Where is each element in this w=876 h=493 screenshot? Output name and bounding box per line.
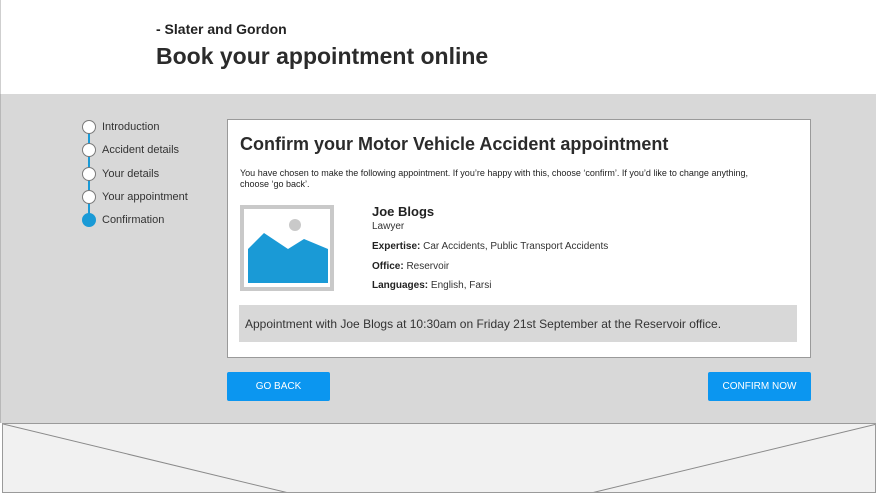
step-accident-details[interactable]: Accident details [81, 142, 179, 158]
step-label: Your details [102, 168, 160, 180]
go-back-button[interactable]: GO BACK [227, 372, 330, 401]
image-placeholder-icon [244, 209, 330, 287]
confirm-now-button[interactable]: CONFIRM NOW [708, 372, 811, 401]
step-dot-active-icon [82, 213, 96, 227]
card-title: Confirm your Motor Vehicle Accident appo… [240, 134, 669, 154]
languages-value: English, Farsi [430, 280, 492, 291]
page-title: Book your appointment online [156, 43, 489, 69]
step-dot-icon [82, 167, 96, 181]
image-placeholder-icon [3, 424, 875, 492]
expertise-value: Car Accidents, Public Transport Accident… [423, 241, 609, 252]
expertise-label: Expertise: [372, 241, 421, 252]
step-introduction[interactable]: Introduction [81, 119, 159, 135]
step-label: Confirmation [102, 214, 165, 226]
step-confirmation: Confirmation [81, 212, 164, 228]
lawyer-expertise: Expertise: Car Accidents, Public Transpo… [372, 241, 608, 252]
step-your-details[interactable]: Your details [81, 166, 159, 182]
office-value: Reservoir [406, 261, 450, 272]
footer-image-placeholder [2, 423, 876, 493]
step-label: Accident details [102, 144, 180, 156]
progress-steps: Introduction Accident details Your detai… [81, 119, 211, 229]
lawyer-languages: Languages: English, Farsi [372, 280, 491, 291]
brand-name: - Slater and Gordon [156, 21, 287, 37]
appointment-summary: Appointment with Joe Blogs at 10:30am on… [239, 305, 797, 342]
step-your-appointment[interactable]: Your appointment [81, 189, 188, 205]
step-dot-icon [82, 143, 96, 157]
lawyer-office: Office: Reservoir [372, 261, 449, 272]
step-dot-icon [82, 190, 96, 204]
languages-label: Languages: [372, 280, 429, 291]
page-header: - Slater and Gordon Book your appointmen… [0, 0, 876, 94]
lawyer-name: Joe Blogs [372, 204, 435, 219]
confirmation-card: Confirm your Motor Vehicle Accident appo… [227, 119, 811, 358]
office-label: Office: [372, 261, 404, 272]
step-label: Introduction [102, 121, 160, 133]
step-dot-icon [82, 120, 96, 134]
lawyer-photo [240, 205, 334, 291]
step-label: Your appointment [102, 191, 188, 203]
card-intro-text: You have chosen to make the following ap… [240, 168, 748, 189]
lawyer-role: Lawyer [372, 221, 405, 232]
